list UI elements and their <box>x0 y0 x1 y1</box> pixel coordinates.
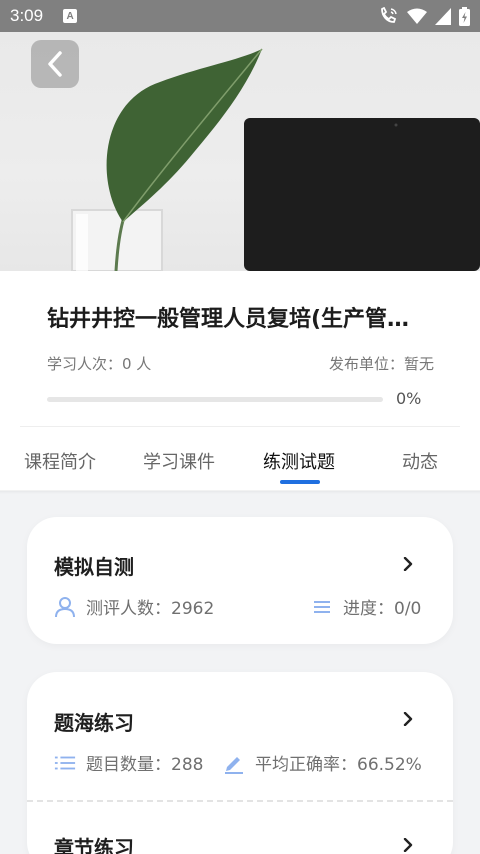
wifi-icon <box>407 8 427 24</box>
tab-bar-shadow <box>0 490 480 494</box>
question-count: 题目数量：288 <box>54 750 203 775</box>
tab-courseware[interactable]: 学习课件 <box>143 448 215 474</box>
chapter-practice-row[interactable]: 章节练习 <box>27 802 453 854</box>
chapter-practice-title: 章节练习 <box>54 836 134 854</box>
learner-count: 学习人次：0 人 <box>47 355 152 373</box>
list-icon <box>54 752 76 774</box>
tab-course-intro[interactable]: 课程简介 <box>24 448 96 474</box>
chevron-right-icon[interactable] <box>401 712 415 726</box>
course-title: 钻井井控一般管理人员复培(生产管… <box>47 307 410 332</box>
chevron-left-icon <box>48 51 62 77</box>
mock-test-title: 模拟自测 <box>54 555 134 579</box>
practice-card: 题海练习 题目数量：288 平均正确率：66.52% 章节练习 <box>27 672 453 854</box>
mock-test-card[interactable]: 模拟自测 测评人数：2962 进度：0/0 <box>27 517 453 644</box>
status-icons <box>379 6 470 26</box>
average-accuracy: 平均正确率：66.52% <box>223 750 422 775</box>
back-button[interactable] <box>31 40 79 88</box>
tab-activity[interactable]: 动态 <box>402 448 438 474</box>
battery-charging-icon <box>459 6 470 26</box>
course-info-panel: 钻井井控一般管理人员复培(生产管… 学习人次：0 人 发布单位：暂无 0% 课程… <box>0 271 480 491</box>
question-bank-row[interactable]: 题海练习 题目数量：288 平均正确率：66.52% <box>27 672 453 800</box>
course-progress-text: 0% <box>396 389 422 408</box>
mock-test-progress: 进度：0/0 <box>311 594 421 619</box>
user-icon <box>54 596 76 618</box>
pencil-icon <box>223 752 245 774</box>
question-bank-title: 题海练习 <box>54 711 134 735</box>
chevron-right-icon[interactable] <box>401 838 415 852</box>
tab-bar: 课程简介 学习课件 练测试题 动态 <box>0 427 480 491</box>
signal-icon <box>435 7 451 25</box>
course-progress-bar <box>47 397 383 402</box>
examinee-count-text: 测评人数：2962 <box>86 599 215 619</box>
publisher: 发布单位：暂无 <box>328 355 434 373</box>
mock-test-progress-text: 进度：0/0 <box>343 599 422 619</box>
status-bar: 3:09 A <box>0 0 480 32</box>
tab-exercises[interactable]: 练测试题 <box>263 448 335 474</box>
course-cover-image <box>0 32 480 271</box>
examinee-count: 测评人数：2962 <box>54 594 214 619</box>
chevron-right-icon[interactable] <box>401 557 415 571</box>
question-count-text: 题目数量：288 <box>86 755 204 775</box>
average-accuracy-text: 平均正确率：66.52% <box>255 755 422 775</box>
progress-list-icon <box>311 596 333 618</box>
course-meta: 学习人次：0 人 发布单位：暂无 <box>47 353 434 374</box>
active-tab-indicator <box>280 480 320 484</box>
notification-a-icon: A <box>63 9 78 23</box>
wifi-calling-icon <box>381 7 397 23</box>
status-time: 3:09 <box>10 6 44 25</box>
